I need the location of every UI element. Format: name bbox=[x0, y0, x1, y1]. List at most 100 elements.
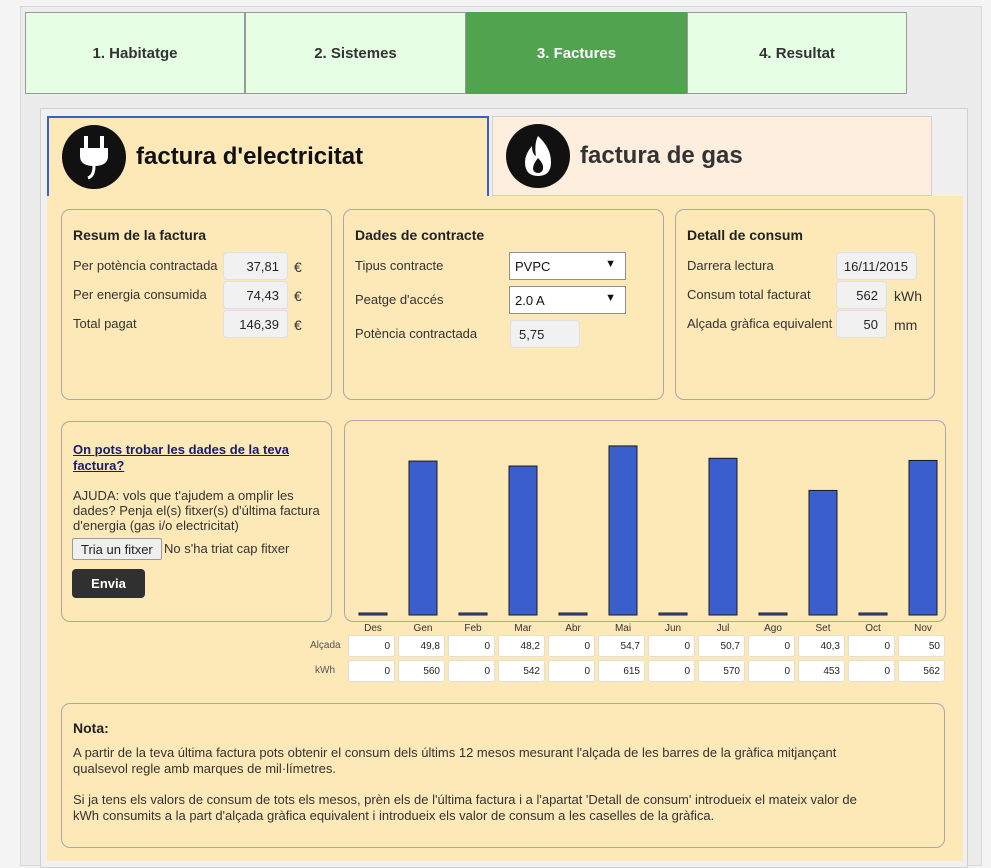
detall-box: Detall de consum bbox=[675, 209, 935, 400]
subtab-electricitat-label: factura d'electricitat bbox=[136, 143, 364, 170]
bar-gen bbox=[408, 460, 438, 616]
alcada-cell[interactable]: 50 bbox=[898, 635, 945, 657]
kwh-cell[interactable]: 0 bbox=[348, 660, 395, 682]
total-pagat-label: Total pagat bbox=[73, 316, 137, 331]
bar-nov bbox=[908, 459, 938, 616]
month-label: Oct bbox=[865, 623, 881, 634]
tab-resultat[interactable]: 4. Resultat bbox=[687, 12, 907, 94]
kwh-cell[interactable]: 560 bbox=[398, 660, 445, 682]
bar-abr bbox=[558, 612, 588, 616]
alcada-grafica-field[interactable]: 50 bbox=[836, 310, 887, 338]
alcada-cell[interactable]: 49,8 bbox=[398, 635, 445, 657]
subtab-gas-label: factura de gas bbox=[580, 142, 743, 169]
flame-icon bbox=[506, 124, 570, 188]
potencia-cost-label: Per potència contractada bbox=[73, 258, 218, 273]
euro-unit: € bbox=[294, 259, 302, 275]
kwh-cell[interactable]: 453 bbox=[798, 660, 845, 682]
mm-unit: mm bbox=[894, 317, 918, 333]
kwh-cell[interactable]: 570 bbox=[698, 660, 745, 682]
chevron-down-icon: ▼ bbox=[605, 292, 616, 304]
nota-title: Nota: bbox=[73, 720, 109, 736]
kwh-cell[interactable]: 0 bbox=[748, 660, 795, 682]
subtab-electricitat[interactable]: factura d'electricitat bbox=[47, 116, 489, 196]
euro-unit: € bbox=[294, 288, 302, 304]
kwh-cell[interactable]: 0 bbox=[548, 660, 595, 682]
bar-mai bbox=[608, 445, 638, 616]
month-label: Gen bbox=[414, 623, 433, 634]
alcada-cell[interactable]: 0 bbox=[848, 635, 895, 657]
month-label: Nov bbox=[914, 623, 932, 634]
alcada-cell[interactable]: 0 bbox=[348, 635, 395, 657]
energia-cost-field[interactable]: 74,43 bbox=[223, 281, 288, 309]
tab-factures[interactable]: 3. Factures bbox=[466, 12, 687, 94]
month-label: Jul bbox=[717, 623, 730, 634]
bar-jun bbox=[658, 612, 688, 616]
month-label: Feb bbox=[464, 623, 482, 634]
bar-jul bbox=[708, 457, 738, 616]
alcada-cell[interactable]: 0 bbox=[448, 635, 495, 657]
resum-box: Resum de la factura bbox=[61, 209, 332, 400]
kwh-unit: kWh bbox=[894, 288, 922, 304]
detall-title: Detall de consum bbox=[687, 227, 803, 243]
bar-set bbox=[808, 489, 838, 616]
bar-des bbox=[358, 612, 388, 616]
month-label: Ago bbox=[764, 623, 782, 634]
alcada-cell[interactable]: 0 bbox=[548, 635, 595, 657]
potencia-contractada-field[interactable]: 5,75 bbox=[510, 320, 580, 348]
potencia-cost-field[interactable]: 37,81 bbox=[223, 252, 288, 280]
kwh-cell[interactable]: 0 bbox=[648, 660, 695, 682]
darrera-lectura-label: Darrera lectura bbox=[687, 258, 774, 273]
peatge-label: Peatge d'accés bbox=[355, 292, 444, 307]
tipus-contracte-select[interactable]: PVPC ▼ bbox=[509, 252, 626, 280]
bar-oct bbox=[858, 612, 888, 616]
alcada-cell[interactable]: 0 bbox=[748, 635, 795, 657]
energia-cost-label: Per energia consumida bbox=[73, 287, 207, 302]
darrera-lectura-field[interactable]: 16/11/2015 bbox=[836, 252, 917, 280]
resum-title: Resum de la factura bbox=[73, 227, 207, 243]
subtab-gas[interactable]: factura de gas bbox=[492, 116, 932, 196]
month-label: Set bbox=[815, 623, 830, 634]
kwh-cell[interactable]: 0 bbox=[448, 660, 495, 682]
total-pagat-field[interactable]: 146,39 bbox=[223, 310, 288, 338]
choose-file-button[interactable]: Tria un fitxer bbox=[72, 538, 162, 560]
plug-icon bbox=[62, 125, 126, 189]
nota-paragraph-2: Si ja tens els valors de consum de tots … bbox=[73, 792, 857, 823]
contracte-title: Dades de contracte bbox=[355, 227, 485, 243]
kwh-row-label: kWh bbox=[315, 665, 335, 676]
month-label: Jun bbox=[665, 623, 681, 634]
chevron-down-icon: ▼ bbox=[605, 258, 616, 270]
peatge-select[interactable]: 2.0 A ▼ bbox=[509, 286, 626, 314]
no-file-text: No s'ha triat cap fitxer bbox=[164, 541, 290, 556]
alcada-cell[interactable]: 0 bbox=[648, 635, 695, 657]
bar-ago bbox=[758, 612, 788, 616]
kwh-cell[interactable]: 562 bbox=[898, 660, 945, 682]
peatge-value: 2.0 A bbox=[515, 292, 545, 308]
alcada-grafica-label: Alçada gràfica equivalent bbox=[687, 316, 833, 331]
bar-mar bbox=[508, 465, 538, 616]
kwh-cell[interactable]: 542 bbox=[498, 660, 545, 682]
alcada-cell[interactable]: 54,7 bbox=[598, 635, 645, 657]
kwh-cell[interactable]: 0 bbox=[848, 660, 895, 682]
tipus-contracte-label: Tipus contracte bbox=[355, 258, 444, 273]
tab-sistemes[interactable]: 2. Sistemes bbox=[245, 12, 466, 94]
kwh-cell[interactable]: 615 bbox=[598, 660, 645, 682]
alcada-cell[interactable]: 48,2 bbox=[498, 635, 545, 657]
send-button[interactable]: Envia bbox=[72, 569, 145, 598]
month-label: Des bbox=[364, 623, 382, 634]
potencia-contractada-label: Potència contractada bbox=[355, 326, 478, 341]
alcada-row-label: Alçada bbox=[310, 640, 341, 651]
alcada-cell[interactable]: 50,7 bbox=[698, 635, 745, 657]
bar-feb bbox=[458, 612, 488, 616]
tab-habitatge[interactable]: 1. Habitatge bbox=[25, 12, 245, 94]
help-text: AJUDA: vols que t'ajudem a omplir les da… bbox=[73, 488, 320, 533]
euro-unit: € bbox=[294, 317, 302, 333]
consumption-chart: Des Gen Feb Mar Abr Mai Jun Jul Ago Set Oct Nov bbox=[358, 445, 938, 634]
help-link[interactable]: On pots trobar les dades de la teva fact… bbox=[73, 442, 313, 474]
month-label: Abr bbox=[565, 623, 581, 634]
consum-total-field[interactable]: 562 bbox=[836, 281, 887, 309]
nota-paragraph-1: A partir de la teva última factura pots … bbox=[73, 745, 837, 776]
consum-total-label: Consum total facturat bbox=[687, 287, 811, 302]
alcada-cell[interactable]: 40,3 bbox=[798, 635, 845, 657]
month-label: Mai bbox=[615, 623, 631, 634]
tipus-contracte-value: PVPC bbox=[515, 258, 551, 274]
